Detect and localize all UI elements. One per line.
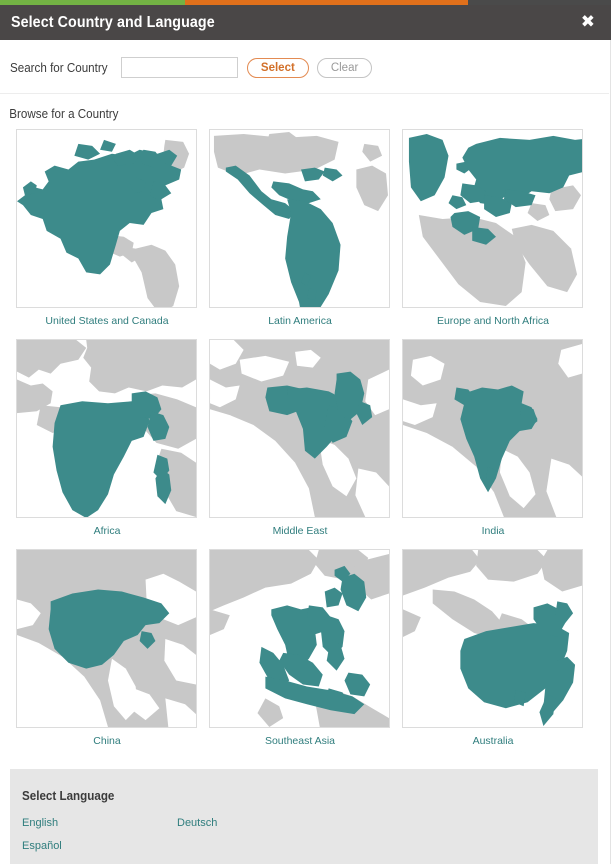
- language-column-2: Deutsch: [177, 817, 332, 863]
- region-label: United States and Canada: [45, 315, 169, 327]
- region-tile-europe-north-africa[interactable]: Europe and North Africa: [402, 129, 584, 335]
- map-thumbnail-latin-america: [209, 129, 390, 308]
- region-tile-india[interactable]: India: [402, 339, 584, 545]
- accent-orange-segment: [185, 0, 468, 5]
- language-columns: English Español Deutsch: [22, 817, 598, 863]
- region-label: Latin America: [268, 315, 332, 327]
- map-thumbnail-australia: [402, 549, 583, 728]
- region-label: Europe and North Africa: [436, 315, 550, 327]
- region-label: Africa: [93, 525, 121, 537]
- language-link-deutsch[interactable]: Deutsch: [177, 817, 332, 829]
- language-panel: Select Language English Español Deutsch: [10, 769, 598, 864]
- close-icon[interactable]: ✖: [573, 11, 597, 34]
- region-map-grid: United States and Canada Latin America E…: [0, 129, 595, 759]
- select-language-heading: Select Language: [22, 789, 115, 803]
- region-label: India: [481, 525, 505, 537]
- browse-heading: Browse for a Country: [9, 107, 119, 121]
- language-link-espanol[interactable]: Español: [22, 840, 177, 852]
- region-label: China: [93, 735, 121, 747]
- modal-body: Search for Country Select Clear Browse f…: [0, 40, 611, 864]
- region-label: Southeast Asia: [264, 735, 336, 747]
- page-title: Select Country and Language: [11, 13, 215, 31]
- region-label: Australia: [472, 735, 514, 747]
- search-label: Search for Country: [10, 60, 108, 75]
- region-tile-china[interactable]: China: [16, 549, 198, 755]
- accent-dark-segment: [468, 0, 611, 5]
- map-thumbnail-southeast-asia: [209, 549, 390, 728]
- region-tile-middle-east[interactable]: Middle East: [209, 339, 391, 545]
- region-tile-latin-america[interactable]: Latin America: [209, 129, 391, 335]
- map-thumbnail-us-canada: [16, 129, 197, 308]
- search-input[interactable]: [120, 57, 238, 78]
- map-thumbnail-europe-north-africa: [402, 129, 583, 308]
- region-label: Middle East: [272, 525, 328, 537]
- accent-green-segment: [0, 0, 185, 5]
- map-thumbnail-africa: [16, 339, 197, 518]
- region-tile-us-canada[interactable]: United States and Canada: [16, 129, 198, 335]
- select-button[interactable]: Select: [246, 57, 309, 78]
- clear-button[interactable]: Clear: [316, 57, 373, 78]
- region-tile-australia[interactable]: Australia: [402, 549, 584, 755]
- map-thumbnail-middle-east: [209, 339, 390, 518]
- region-tile-southeast-asia[interactable]: Southeast Asia: [209, 549, 391, 755]
- region-tile-africa[interactable]: Africa: [16, 339, 198, 545]
- top-accent-strip: [0, 0, 611, 5]
- map-thumbnail-india: [402, 339, 583, 518]
- search-row: Search for Country Select Clear: [0, 40, 609, 94]
- language-column-1: English Español: [22, 817, 177, 863]
- map-thumbnail-china: [16, 549, 197, 728]
- modal-header: Select Country and Language ✖: [0, 5, 611, 40]
- language-link-english[interactable]: English: [22, 817, 177, 829]
